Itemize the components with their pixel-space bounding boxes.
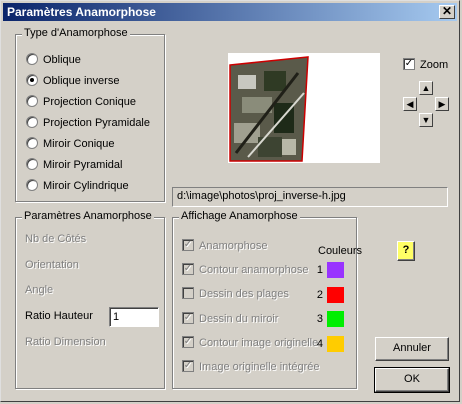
radio-oblique-inverse[interactable]: Oblique inverse — [26, 73, 119, 89]
color-swatch-3[interactable] — [327, 311, 344, 327]
checkbox-label: Image originelle intégrée — [199, 361, 320, 373]
window-title: Paramètres Anamorphose — [7, 5, 156, 19]
checkbox-image-integree[interactable]: ✓ Image originelle intégrée — [182, 359, 319, 375]
arrow-down-button[interactable]: ▼ — [419, 113, 433, 127]
zoom-checkbox[interactable]: ✓ — [403, 58, 415, 71]
parametres-anamorphose-group: Paramètres Anamorphose Nb de Côtés Orien… — [15, 210, 165, 389]
checkbox-label: Dessin des plages — [199, 288, 289, 300]
checkbox-anamorphose[interactable]: ✓ Anamorphose — [182, 238, 268, 254]
radio-label: Projection Pyramidale — [43, 117, 150, 129]
dessin-miroir-checkbox[interactable]: ✓ — [182, 312, 194, 325]
arrow-left-button[interactable]: ◀ — [403, 97, 417, 111]
radio-label: Oblique — [43, 54, 81, 66]
radio-miroir-pyramidal-button[interactable] — [26, 158, 38, 171]
checkbox-label: Anamorphose — [199, 240, 268, 252]
color-number-1: 1 — [316, 264, 323, 276]
ratio-hauteur-label: Ratio Hauteur — [25, 310, 93, 322]
checkbox-dessin-plages[interactable]: Dessin des plages — [182, 286, 289, 302]
ok-button[interactable]: OK — [374, 367, 450, 393]
color-swatch-4[interactable] — [327, 336, 344, 352]
preview-image — [228, 53, 380, 163]
radio-miroir-cylindrique[interactable]: Miroir Cylindrique — [26, 178, 129, 194]
ratio-hauteur-input[interactable]: 1 — [109, 307, 159, 327]
cancel-label: Annuler — [393, 342, 431, 354]
couleurs-header: Couleurs — [318, 245, 363, 257]
color-swatch-1[interactable] — [327, 262, 344, 278]
radio-label: Miroir Cylindrique — [43, 180, 129, 192]
contour-anamorphose-checkbox[interactable]: ✓ — [182, 263, 194, 276]
radio-projection-pyramidale[interactable]: Projection Pyramidale — [26, 115, 150, 131]
radio-oblique-button[interactable] — [26, 53, 38, 66]
anamorphose-checkbox[interactable]: ✓ — [182, 239, 194, 252]
dialog-window: Paramètres Anamorphose ✕ Type d'Anamorph… — [0, 0, 460, 402]
checkbox-label: Dessin du miroir — [199, 313, 279, 325]
radio-label: Miroir Pyramidal — [43, 159, 123, 171]
radio-miroir-pyramidal[interactable]: Miroir Pyramidal — [26, 157, 122, 173]
radio-label: Oblique inverse — [43, 75, 120, 87]
help-button[interactable]: ? — [397, 241, 415, 261]
type-anamorphose-legend: Type d'Anamorphose — [22, 27, 130, 39]
color-number-4: 4 — [316, 338, 323, 350]
radio-miroir-conique[interactable]: Miroir Conique — [26, 136, 115, 152]
zoom-checkbox-row[interactable]: ✓ Zoom — [403, 57, 448, 73]
radio-projection-conique[interactable]: Projection Conique — [26, 94, 136, 110]
ratio-dimension-label: Ratio Dimension — [25, 336, 106, 348]
affichage-anamorphose-legend: Affichage Anamorphose — [179, 210, 300, 222]
title-bar[interactable]: Paramètres Anamorphose ✕ — [3, 3, 457, 21]
contour-image-checkbox[interactable]: ✓ — [182, 336, 194, 349]
help-icon: ? — [402, 244, 410, 256]
checkbox-contour-anamorphose[interactable]: ✓ Contour anamorphose — [182, 262, 308, 278]
radio-label: Miroir Conique — [43, 138, 115, 150]
ok-label: OK — [404, 373, 420, 385]
orientation-label: Orientation — [25, 259, 79, 271]
parametres-anamorphose-legend: Paramètres Anamorphose — [22, 210, 154, 222]
dessin-plages-checkbox[interactable] — [182, 287, 194, 300]
checkbox-dessin-miroir[interactable]: ✓ Dessin du miroir — [182, 311, 278, 327]
zoom-label: Zoom — [420, 59, 449, 71]
arrow-right-button[interactable]: ▶ — [435, 97, 449, 111]
radio-projection-pyramidale-button[interactable] — [26, 116, 38, 129]
checkbox-contour-image[interactable]: ✓ Contour image originelle — [182, 335, 318, 351]
image-integree-checkbox[interactable]: ✓ — [182, 360, 194, 373]
checkbox-label: Contour anamorphose — [199, 264, 309, 276]
angle-label: Angle — [25, 284, 54, 296]
radio-oblique-inverse-button[interactable] — [26, 74, 38, 87]
radio-projection-conique-button[interactable] — [26, 95, 38, 108]
type-anamorphose-group: Type d'Anamorphose Oblique Oblique inver… — [15, 27, 165, 202]
radio-miroir-cylindrique-button[interactable] — [26, 179, 38, 192]
color-number-3: 3 — [316, 313, 323, 325]
radio-label: Projection Conique — [43, 96, 136, 108]
color-number-2: 2 — [316, 289, 323, 301]
arrow-up-button[interactable]: ▲ — [419, 81, 433, 95]
file-path-field: d:\image\photos\proj_inverse-h.jpg — [172, 187, 448, 207]
checkbox-label: Contour image originelle — [199, 337, 319, 349]
cancel-button[interactable]: Annuler — [375, 337, 449, 361]
radio-miroir-conique-button[interactable] — [26, 137, 38, 150]
radio-oblique[interactable]: Oblique — [26, 52, 81, 68]
close-button[interactable]: ✕ — [439, 5, 455, 19]
affichage-anamorphose-group: Affichage Anamorphose Couleurs ✓ Anamorph… — [172, 210, 362, 389]
nb-cotes-label: Nb de Côtés — [25, 233, 87, 245]
color-swatch-2[interactable] — [327, 287, 344, 303]
